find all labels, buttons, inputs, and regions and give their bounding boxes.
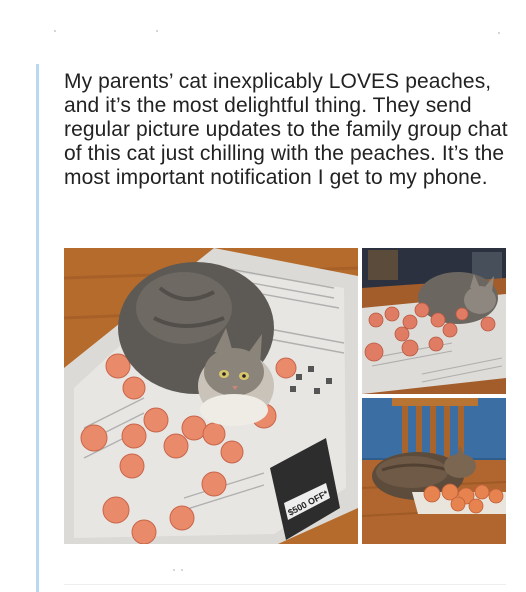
photo-cat-table-image [362,248,506,394]
photo-cat-table[interactable] [362,248,506,394]
footer-artifact-dots [170,560,200,571]
tweet-text: My parents’ cat inexplicably LOVES peach… [64,70,508,189]
photo-grid: $500 OFF* [64,248,506,544]
photo-cat-newspaper[interactable]: $500 OFF* [64,248,358,544]
footer-divider [64,584,506,585]
photo-cat-newspaper-image: $500 OFF* [64,248,358,544]
header-artifact-dots [0,28,526,36]
photo-cat-sleeping[interactable] [362,398,506,544]
photo-cat-sleeping-image [362,398,506,544]
quote-bar [36,64,39,592]
